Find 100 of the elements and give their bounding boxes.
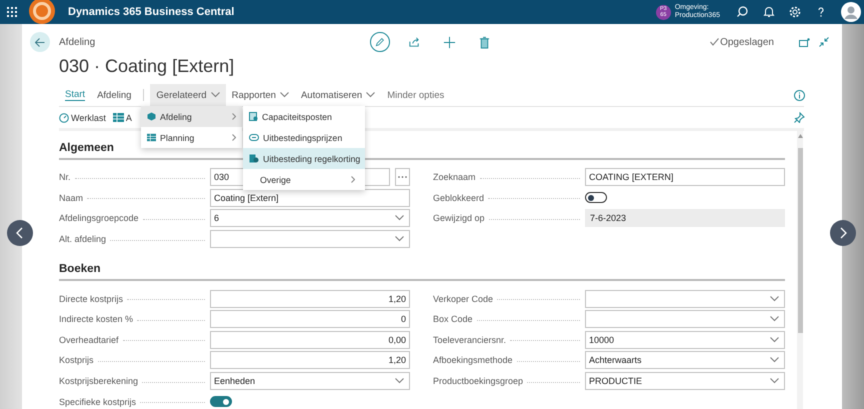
toggle-switch[interactable] xyxy=(210,396,232,408)
dropdown-field[interactable]: Achterwaarts xyxy=(585,351,785,370)
arrow-left-icon xyxy=(35,38,45,46)
avatar-icon xyxy=(841,2,861,22)
waffle-icon xyxy=(7,7,17,17)
more-options-link[interactable]: Minder opties xyxy=(381,84,450,106)
search-button[interactable] xyxy=(737,6,749,18)
toggle-switch[interactable] xyxy=(585,192,607,204)
chevron-left-icon xyxy=(16,227,24,239)
field-label: Kostprijsberekening xyxy=(59,376,138,386)
cube-icon xyxy=(147,112,156,121)
app-title: Dynamics 365 Business Central xyxy=(68,6,234,18)
menu-item[interactable]: Planning xyxy=(141,127,242,148)
field-label: Afboekingsmethode xyxy=(433,355,513,366)
breadcrumb: Afdeling xyxy=(59,36,96,48)
leader-line xyxy=(142,382,205,383)
bell-icon xyxy=(763,6,775,18)
chevron-down-icon xyxy=(210,92,220,98)
plus-icon xyxy=(443,36,456,48)
field-label: Verkoper Code xyxy=(433,294,494,304)
chevron-down-icon xyxy=(770,336,779,343)
tab[interactable]: Afdeling xyxy=(91,84,138,106)
dropdown-field[interactable] xyxy=(585,310,785,328)
collapse-arrows-icon xyxy=(819,37,829,47)
menu-item[interactable]: Uitbesteding regelkorting xyxy=(243,148,365,169)
scrollbar[interactable] xyxy=(797,131,803,409)
input-field[interactable]: COATING [EXTERN] xyxy=(585,168,785,186)
discount-icon xyxy=(249,154,259,163)
settings-button[interactable] xyxy=(789,6,801,18)
input-field[interactable]: Coating [Extern] xyxy=(210,188,410,207)
dropdown-field[interactable]: 6 xyxy=(210,209,410,228)
leader-line xyxy=(527,382,580,383)
dropdown-field[interactable]: Eenheden xyxy=(210,372,410,390)
menu-item[interactable]: Afdeling xyxy=(141,106,242,127)
page-title: 030 · Coating [Extern] xyxy=(59,55,236,77)
leader-line xyxy=(142,218,205,220)
leader-line xyxy=(516,360,580,362)
chevron-down-icon xyxy=(395,215,404,222)
checkmark-icon xyxy=(710,38,720,46)
ledger-icon xyxy=(249,112,258,121)
info-icon xyxy=(794,90,804,100)
input-field[interactable]: 0 xyxy=(210,310,410,328)
menu-item[interactable]: Uitbestedingsprijzen xyxy=(243,127,365,148)
dropdown-field[interactable]: 10000 xyxy=(585,330,785,349)
tag-icon xyxy=(249,134,259,141)
tab[interactable]: Start xyxy=(59,84,92,106)
input-field[interactable]: 0,00 xyxy=(210,330,410,349)
dropdown-field[interactable]: PRODUCTIE xyxy=(585,372,785,390)
leader-line xyxy=(140,402,205,404)
menu-item[interactable]: Overige xyxy=(243,169,365,190)
account-button[interactable] xyxy=(841,2,861,22)
notifications-button[interactable] xyxy=(763,6,775,18)
search-icon xyxy=(737,6,749,18)
pencil-icon xyxy=(374,36,385,48)
field-label: Nr. xyxy=(59,172,71,182)
dropdown-field[interactable] xyxy=(210,230,410,248)
back-button[interactable] xyxy=(30,32,50,52)
chevron-down-icon xyxy=(395,236,404,242)
section-header: Boeken xyxy=(59,261,785,282)
dropdown-field[interactable] xyxy=(585,290,785,308)
field-label: Toeleveranciersnr. xyxy=(433,334,506,345)
menu-item[interactable]: Capaciteitsposten xyxy=(243,106,365,127)
readonly-field: 7-6-2023 xyxy=(585,209,785,228)
input-field[interactable]: 1,20 xyxy=(210,351,410,370)
field-label: Zoeknaam xyxy=(433,172,476,182)
share-icon xyxy=(408,36,421,48)
logo-icon xyxy=(29,0,55,24)
edit-button[interactable] xyxy=(370,32,390,52)
field-label: Specifieke kostprijs xyxy=(59,396,136,407)
chevron-down-icon xyxy=(395,378,404,384)
chevron-down-icon xyxy=(366,92,376,98)
field-label: Kostprijs xyxy=(59,355,94,366)
window-icon xyxy=(798,38,810,46)
field-label: Directe kostprijs xyxy=(59,294,124,304)
tab[interactable]: Rapporten xyxy=(226,84,295,106)
saved-status: Opgeslagen xyxy=(720,36,774,48)
caret-up-icon xyxy=(798,134,802,138)
field-label: Naam xyxy=(59,192,84,203)
field-label: Gewijzigd op xyxy=(433,213,485,224)
leader-line xyxy=(510,340,580,342)
gauge-icon xyxy=(59,112,69,122)
tab[interactable]: Gerelateerd xyxy=(150,84,226,106)
chevron-right-icon xyxy=(232,113,236,120)
action-button[interactable]: A xyxy=(110,112,135,122)
more-icon xyxy=(398,176,407,178)
field-label: Afdelingsgroepcode xyxy=(59,213,139,224)
chevron-right-icon xyxy=(232,134,236,141)
pin-icon xyxy=(794,112,804,123)
action-button[interactable]: Werklast xyxy=(56,112,109,122)
field-label: Indirecte kosten % xyxy=(59,314,134,324)
grid-icon xyxy=(112,113,124,122)
chevron-down-icon xyxy=(770,357,779,364)
chevron-down-icon xyxy=(770,316,779,322)
app-launcher-button[interactable] xyxy=(7,7,17,17)
grid-icon xyxy=(147,133,156,142)
field-label: Box Code xyxy=(433,314,473,324)
chevron-down-icon xyxy=(280,92,289,98)
tab[interactable]: Automatiseren xyxy=(294,84,382,106)
input-field[interactable]: 1,20 xyxy=(210,290,410,308)
field-label: Overheadtarief xyxy=(59,334,119,345)
